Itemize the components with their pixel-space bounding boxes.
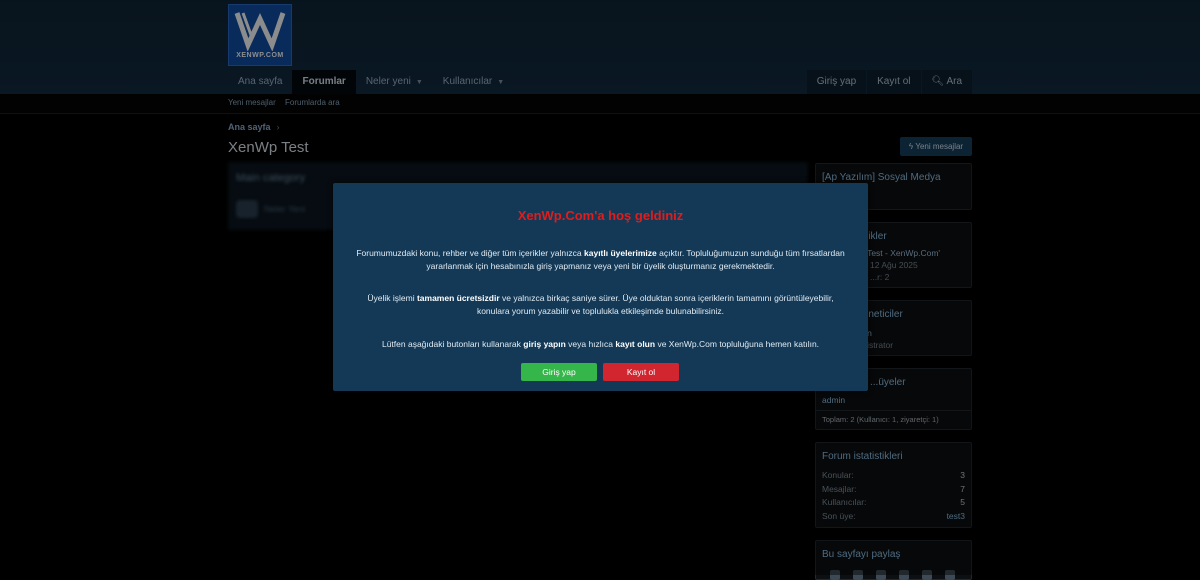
modal-text: veya hızlıca [565,339,616,349]
modal-text-bold: kayıt olun [615,339,656,349]
modal-text-bold: kayıtlı üyelerimize [584,248,657,258]
modal-register-button[interactable]: Kayıt ol [603,363,679,381]
modal-text: ve XenWp.Com topluluğuna hemen katılın. [655,339,820,349]
modal-text: ve yalnızca birkaç saniye sürer. Üye old… [476,293,834,316]
modal-text-bold: giriş yapın [523,339,566,349]
modal-text: Forumumuzdaki konu, rehber ve diğer tüm … [356,248,585,258]
modal-paragraph-2: Üyelik işlemi tamamen ücretsizdir ve yal… [351,292,850,318]
modal-login-button[interactable]: Giriş yap [521,363,597,381]
modal-text-bold: tamamen ücretsizdir [416,293,500,303]
welcome-modal: XenWp.Com'a hoş geldiniz Forumumuzdaki k… [333,183,868,391]
modal-paragraph-1: Forumumuzdaki konu, rehber ve diğer tüm … [351,247,850,273]
modal-text: Lütfen aşağıdaki butonları kullanarak [381,339,524,349]
modal-text: Üyelik işlemi [367,293,417,303]
modal-paragraph-3: Lütfen aşağıdaki butonları kullanarak gi… [351,338,850,351]
modal-title: XenWp.Com'a hoş geldiniz [517,208,684,223]
